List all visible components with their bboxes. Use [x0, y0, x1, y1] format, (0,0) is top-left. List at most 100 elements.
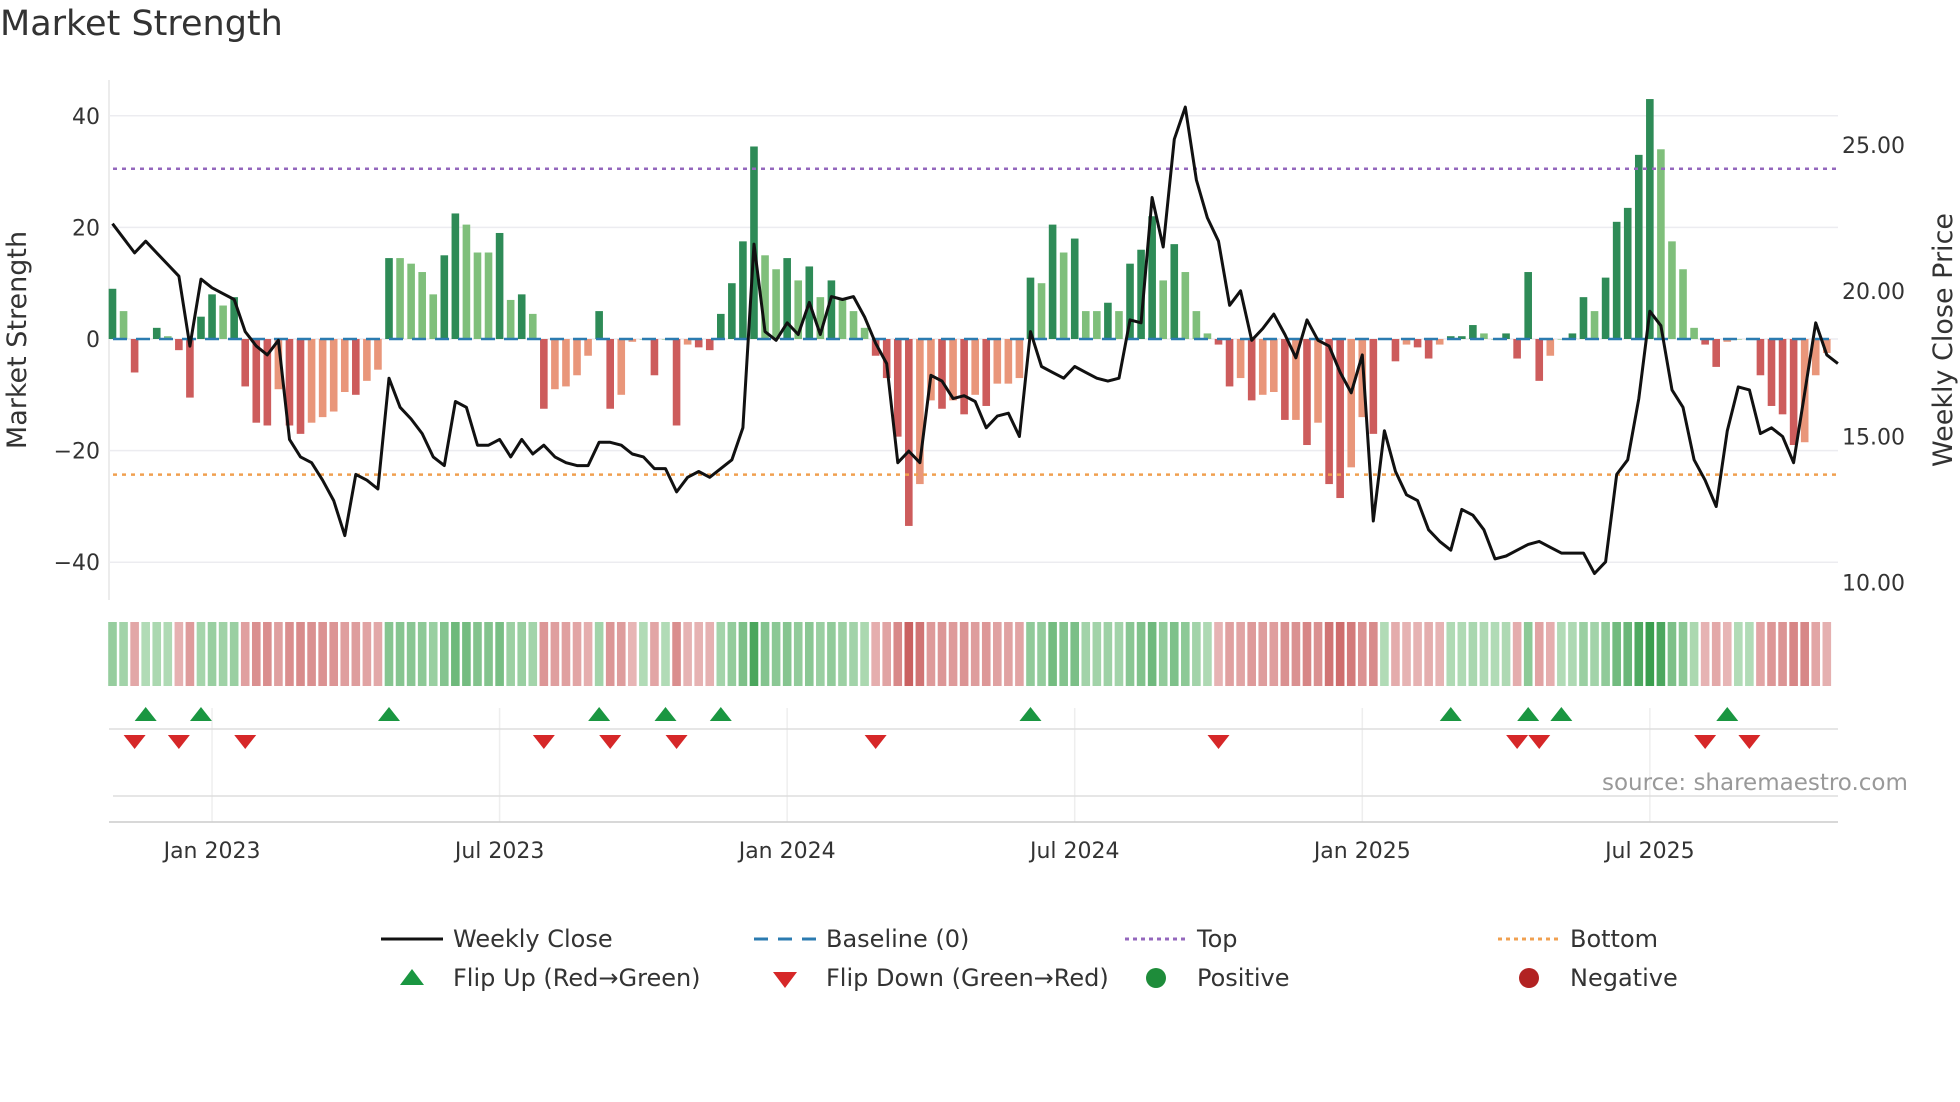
strength-heat-cell — [572, 622, 582, 686]
strength-heat-cell — [893, 622, 903, 686]
strength-heat-cell — [838, 622, 847, 686]
strength-heat-cell — [1346, 622, 1356, 686]
strength-bar — [517, 294, 526, 339]
strength-bar — [573, 339, 581, 376]
strength-heat-cell — [993, 622, 1002, 686]
strength-bar — [318, 339, 327, 418]
strength-bar — [1424, 339, 1433, 359]
y-tick-label: 20 — [72, 216, 100, 241]
strength-bar — [1159, 280, 1167, 339]
strength-bar — [1469, 325, 1477, 339]
strength-bar — [672, 339, 681, 426]
strength-heat-cell — [440, 622, 449, 686]
strength-bar — [1524, 272, 1532, 339]
strength-heat-cell — [594, 622, 604, 686]
strength-heat-cell — [915, 622, 925, 686]
legend-label: Top — [1197, 925, 1238, 953]
strength-bar — [186, 339, 194, 398]
legend-flip-up: Flip Up (Red→Green) — [381, 964, 701, 992]
strength-bar — [473, 252, 482, 339]
strength-heat-cell — [473, 622, 482, 686]
strength-bar — [772, 269, 780, 339]
strength-heat-cell — [1413, 622, 1422, 686]
strength-heat-cell — [926, 622, 936, 686]
strength-heat-cell — [329, 622, 338, 686]
line-dotted-purple-icon — [1125, 937, 1187, 941]
strength-bar — [1270, 339, 1278, 393]
x-tick-label: Jul 2024 — [1028, 839, 1120, 864]
strength-heat-cell — [451, 622, 460, 686]
flip-up-marker — [654, 707, 677, 721]
strength-bar — [484, 252, 493, 339]
strength-bar — [1668, 241, 1676, 339]
legend-label: Flip Up (Red→Green) — [453, 964, 701, 992]
strength-bar — [374, 339, 382, 370]
strength-heat-cell — [1070, 622, 1080, 686]
strength-heat-cell — [218, 622, 228, 686]
strength-heat-cell — [174, 622, 184, 686]
strength-bar — [1690, 327, 1698, 339]
flip-down-marker — [123, 735, 146, 749]
strength-heat-cell — [804, 622, 814, 686]
strength-heat-cell — [749, 622, 759, 686]
strength-heat-cell — [628, 622, 637, 686]
strength-heat-cell — [1678, 622, 1688, 686]
strength-heat-cell — [351, 622, 361, 686]
y2-axis-label: Weekly Close Price — [1928, 213, 1959, 467]
strength-heat-cell — [1822, 622, 1832, 686]
x-tick-label: Jan 2024 — [737, 839, 836, 864]
strength-heat-cell — [484, 622, 493, 686]
flip-up-marker — [1439, 707, 1462, 721]
strength-bar — [1303, 339, 1311, 446]
strength-bar — [1281, 339, 1289, 420]
strength-heat-cell — [904, 622, 914, 686]
strength-heat-cell — [771, 622, 781, 686]
strength-heat-cell — [185, 622, 195, 686]
strength-bar — [1037, 283, 1046, 339]
strength-bar — [396, 258, 404, 339]
strength-heat-cell — [1711, 622, 1721, 686]
strength-heat-cell — [1778, 622, 1787, 686]
legend-top: Top — [1125, 925, 1238, 953]
strength-heat-cell — [1767, 622, 1776, 686]
strength-bar — [1590, 311, 1599, 339]
strength-heat-cell — [639, 622, 648, 686]
strength-heat-cell — [1457, 622, 1467, 686]
strength-heat-cell — [1236, 622, 1245, 686]
strength-bar — [617, 339, 626, 395]
strength-heat-cell — [1523, 622, 1533, 686]
legend-bottom: Bottom — [1498, 925, 1658, 953]
circle-green-icon — [1146, 968, 1166, 988]
strength-bar — [949, 339, 957, 401]
strength-bar — [584, 339, 592, 356]
strength-bar — [418, 272, 426, 339]
strength-bar — [739, 241, 747, 339]
strength-bar — [982, 339, 991, 406]
strength-bar — [551, 339, 559, 390]
line-dotted-orange-icon — [1498, 937, 1560, 941]
strength-heat-cell — [1811, 622, 1821, 686]
strength-heat-cell — [959, 622, 969, 686]
strength-bar — [119, 311, 128, 339]
strength-bar — [1712, 339, 1720, 367]
strength-bar — [1391, 339, 1400, 362]
strength-heat-cell — [307, 622, 316, 686]
strength-heat-cell — [285, 622, 294, 686]
strength-heat-cell — [1468, 622, 1478, 686]
flip-down-marker — [665, 735, 688, 749]
strength-heat-cell — [1745, 622, 1754, 686]
legend-baseline: Baseline (0) — [754, 925, 969, 953]
strength-bar — [849, 311, 858, 339]
flip-up-marker — [189, 707, 212, 721]
strength-bar — [208, 294, 216, 339]
strength-bar — [1004, 339, 1013, 384]
strength-bar — [595, 311, 603, 339]
legend-flip-down: Flip Down (Green→Red) — [754, 964, 1109, 992]
strength-bar — [650, 339, 659, 376]
strength-heat-cell — [1490, 622, 1500, 686]
strength-heat-cell — [141, 622, 150, 686]
strength-bar — [1104, 302, 1112, 339]
strength-heat-cell — [1667, 622, 1677, 686]
strength-bar — [1170, 244, 1179, 339]
strength-bar — [562, 339, 570, 387]
